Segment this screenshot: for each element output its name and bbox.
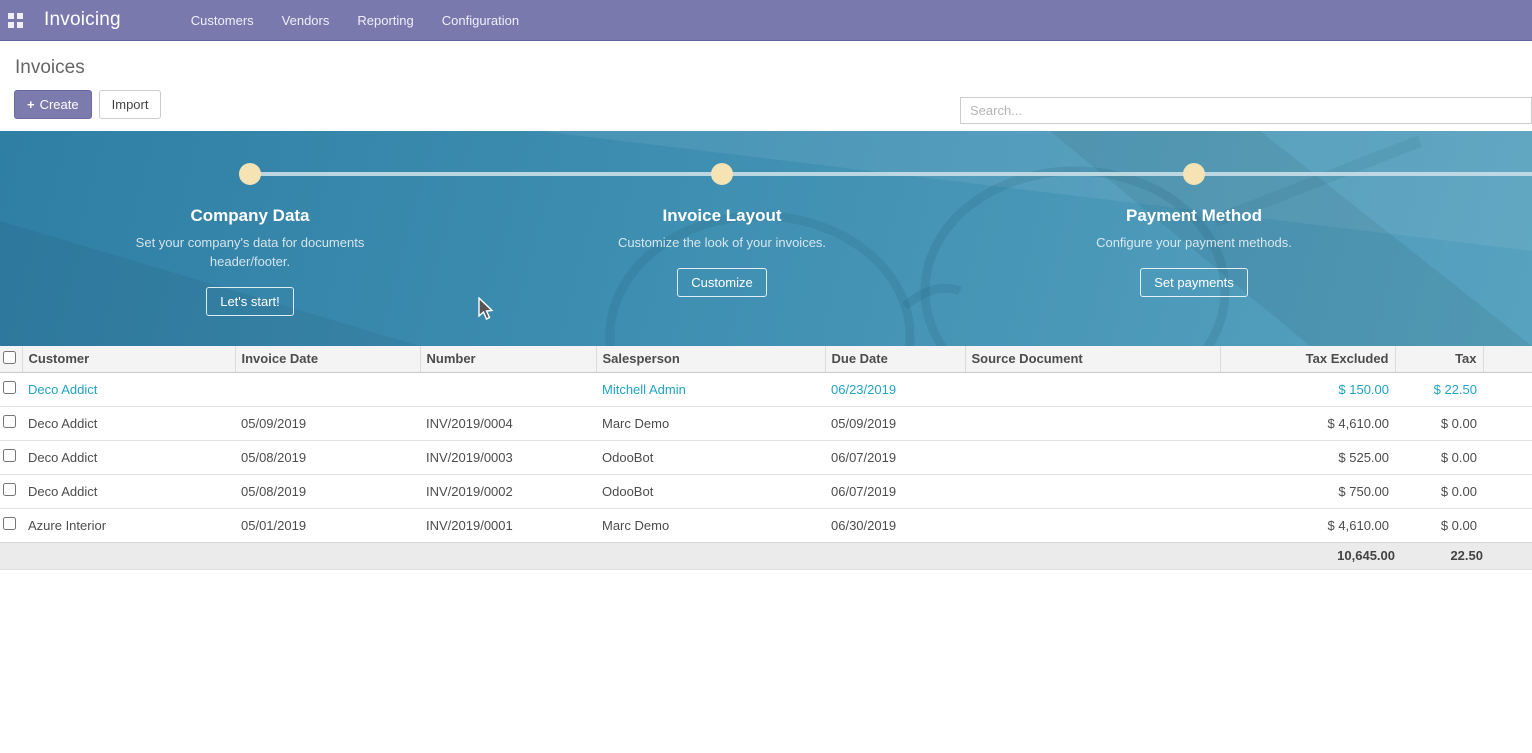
menu-reporting[interactable]: Reporting	[343, 0, 427, 40]
select-all-checkbox[interactable]	[3, 351, 16, 364]
cell-number	[420, 372, 596, 406]
cell-invoice-date	[235, 372, 420, 406]
step-description: Customize the look of your invoices.	[618, 233, 826, 252]
step-dot	[711, 163, 733, 185]
cell-invoice-date: 05/09/2019	[235, 406, 420, 440]
onboarding-step-invoice-layout: Invoice Layout Customize the look of you…	[486, 131, 958, 316]
invoice-list: Customer Invoice Date Number Salesperson…	[0, 346, 1532, 570]
select-all-checkbox-cell	[0, 346, 22, 372]
cell-tax: $ 0.00	[1395, 474, 1483, 508]
cell-salesperson: Mitchell Admin	[596, 372, 825, 406]
cell-tax: $ 0.00	[1395, 406, 1483, 440]
step-title: Company Data	[190, 206, 309, 226]
menu-vendors[interactable]: Vendors	[268, 0, 344, 40]
cell-tax-excluded: $ 4,610.00	[1220, 406, 1395, 440]
cell-tax: $ 0.00	[1395, 440, 1483, 474]
search-input[interactable]	[961, 98, 1531, 123]
cell-tax-excluded: $ 750.00	[1220, 474, 1395, 508]
customize-button[interactable]: Customize	[677, 268, 766, 297]
column-header-invoice-date[interactable]: Invoice Date	[235, 346, 420, 372]
step-title: Invoice Layout	[662, 206, 781, 226]
table-row[interactable]: Deco Addict 05/08/2019 INV/2019/0003 Odo…	[0, 440, 1532, 474]
top-navbar: Invoicing Customers Vendors Reporting Co…	[0, 0, 1532, 41]
cell-customer: Deco Addict	[22, 372, 235, 406]
cell-customer: Deco Addict	[22, 474, 235, 508]
plus-icon: +	[27, 97, 35, 112]
step-dot	[239, 163, 261, 185]
row-checkbox[interactable]	[3, 517, 16, 530]
cell-invoice-date: 05/08/2019	[235, 474, 420, 508]
cell-invoice-date: 05/08/2019	[235, 440, 420, 474]
cell-number: INV/2019/0003	[420, 440, 596, 474]
cell-number: INV/2019/0004	[420, 406, 596, 440]
step-description: Configure your payment methods.	[1096, 233, 1292, 252]
column-header-tax-excluded[interactable]: Tax Excluded	[1220, 346, 1395, 372]
table-row[interactable]: Deco Addict Mitchell Admin 06/23/2019 $ …	[0, 372, 1532, 406]
search-box	[960, 97, 1532, 124]
menu-customers[interactable]: Customers	[177, 0, 268, 40]
cell-source-document	[965, 406, 1220, 440]
create-button[interactable]: +Create	[14, 90, 92, 119]
column-header-tax[interactable]: Tax	[1395, 346, 1483, 372]
cell-invoice-date: 05/01/2019	[235, 508, 420, 542]
column-header-customer[interactable]: Customer	[22, 346, 235, 372]
cell-source-document	[965, 474, 1220, 508]
column-header-spacer	[1483, 346, 1532, 372]
navbar-menu: Customers Vendors Reporting Configuratio…	[177, 0, 533, 40]
cell-source-document	[965, 508, 1220, 542]
import-button[interactable]: Import	[99, 90, 162, 119]
cell-due-date: 05/09/2019	[825, 406, 965, 440]
totals-row: 10,645.00 22.50	[0, 542, 1532, 569]
cell-customer: Deco Addict	[22, 406, 235, 440]
app-title[interactable]: Invoicing	[44, 9, 121, 31]
menu-configuration[interactable]: Configuration	[428, 0, 533, 40]
row-checkbox[interactable]	[3, 415, 16, 428]
step-dot	[1183, 163, 1205, 185]
cell-due-date: 06/07/2019	[825, 440, 965, 474]
cell-tax-excluded: $ 150.00	[1220, 372, 1395, 406]
table-row[interactable]: Azure Interior 05/01/2019 INV/2019/0001 …	[0, 508, 1532, 542]
page-title: Invoices	[15, 57, 85, 79]
cell-tax: $ 22.50	[1395, 372, 1483, 406]
cell-due-date: 06/23/2019	[825, 372, 965, 406]
cell-due-date: 06/30/2019	[825, 508, 965, 542]
lets-start-button[interactable]: Let's start!	[206, 287, 294, 316]
cell-tax-excluded: $ 4,610.00	[1220, 508, 1395, 542]
table-row[interactable]: Deco Addict 05/08/2019 INV/2019/0002 Odo…	[0, 474, 1532, 508]
cell-salesperson: OdooBot	[596, 440, 825, 474]
row-checkbox[interactable]	[3, 449, 16, 462]
cell-due-date: 06/07/2019	[825, 474, 965, 508]
cell-salesperson: OdooBot	[596, 474, 825, 508]
set-payments-button[interactable]: Set payments	[1140, 268, 1248, 297]
cell-tax: $ 0.00	[1395, 508, 1483, 542]
cell-customer: Azure Interior	[22, 508, 235, 542]
cell-customer: Deco Addict	[22, 440, 235, 474]
cell-source-document	[965, 440, 1220, 474]
invoicing-app-screen: Invoicing Customers Vendors Reporting Co…	[0, 0, 1532, 753]
column-header-number[interactable]: Number	[420, 346, 596, 372]
row-checkbox[interactable]	[3, 483, 16, 496]
apps-grid-icon[interactable]	[8, 13, 23, 28]
cell-number: INV/2019/0002	[420, 474, 596, 508]
onboarding-step-company-data: Company Data Set your company's data for…	[14, 131, 486, 316]
cell-number: INV/2019/0001	[420, 508, 596, 542]
column-header-salesperson[interactable]: Salesperson	[596, 346, 825, 372]
onboarding-step-payment-method: Payment Method Configure your payment me…	[958, 131, 1430, 316]
table-row[interactable]: Deco Addict 05/09/2019 INV/2019/0004 Mar…	[0, 406, 1532, 440]
cell-salesperson: Marc Demo	[596, 406, 825, 440]
row-checkbox[interactable]	[3, 381, 16, 394]
total-tax: 22.50	[1395, 542, 1483, 569]
step-title: Payment Method	[1126, 206, 1262, 226]
cell-tax-excluded: $ 525.00	[1220, 440, 1395, 474]
cell-source-document	[965, 372, 1220, 406]
cell-salesperson: Marc Demo	[596, 508, 825, 542]
table-header-row: Customer Invoice Date Number Salesperson…	[0, 346, 1532, 372]
control-panel: Invoices +Create Import Filters ▾ ≡ Grou…	[0, 41, 1532, 131]
onboarding-banner: Company Data Set your company's data for…	[0, 131, 1532, 346]
step-description: Set your company's data for documents he…	[135, 233, 365, 271]
column-header-due-date[interactable]: Due Date	[825, 346, 965, 372]
total-tax-excluded: 10,645.00	[1220, 542, 1395, 569]
column-header-source-document[interactable]: Source Document	[965, 346, 1220, 372]
